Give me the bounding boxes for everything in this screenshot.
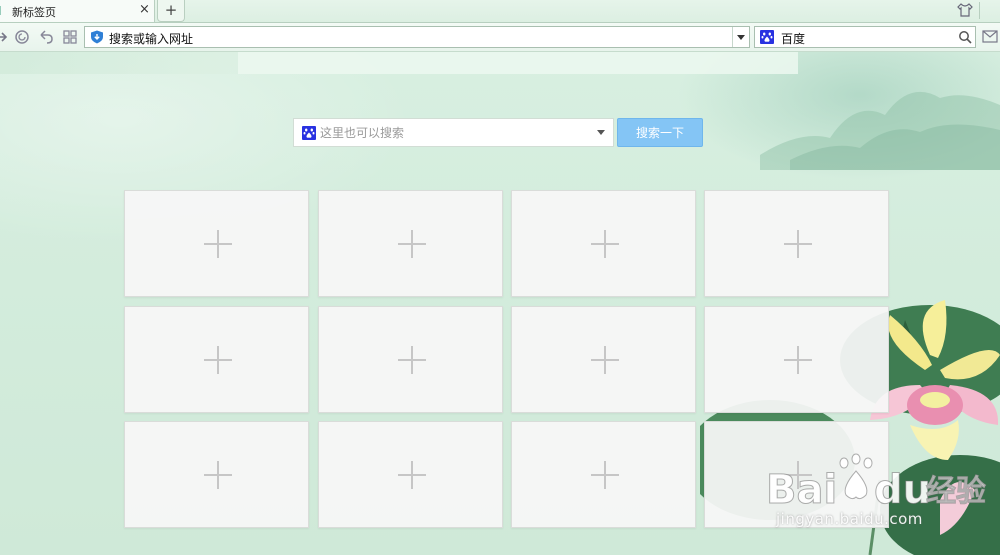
watermark-site-text: jingyan.baidu.com xyxy=(776,510,923,528)
new-tab-button[interactable]: + xyxy=(157,0,185,22)
speed-dial-tile[interactable] xyxy=(124,306,309,413)
bookmark-strip-center xyxy=(238,52,798,74)
tab-new-tab[interactable]: 新标签页 × xyxy=(0,0,155,22)
speed-dial-tile[interactable] xyxy=(511,306,696,413)
baidu-paw-icon xyxy=(302,126,316,140)
search-engine-box[interactable]: 百度 xyxy=(754,26,976,48)
shield-icon xyxy=(91,30,103,44)
tab-favicon xyxy=(0,6,9,15)
plus-icon xyxy=(204,230,232,258)
search-engine-name: 百度 xyxy=(781,32,806,46)
plus-icon xyxy=(591,230,619,258)
svg-text:du: du xyxy=(874,467,931,513)
speed-dial-tile[interactable] xyxy=(318,190,503,297)
tab-strip: 新标签页 × + xyxy=(0,0,1000,23)
skin-icon[interactable] xyxy=(956,2,974,18)
search-button[interactable]: 搜索一下 xyxy=(617,118,703,147)
plus-icon xyxy=(398,346,426,374)
refresh-icon[interactable] xyxy=(14,29,30,45)
speed-dial-tile[interactable] xyxy=(124,190,309,297)
search-dropdown-icon[interactable] xyxy=(597,130,605,135)
page-search-box[interactable] xyxy=(293,118,614,147)
speed-dial-tile[interactable] xyxy=(124,421,309,528)
strip-divider xyxy=(979,2,980,19)
page-search-input[interactable] xyxy=(320,122,588,143)
magnifier-icon[interactable] xyxy=(958,30,972,44)
bookmark-strip xyxy=(0,52,1000,74)
svg-text:Bai: Bai xyxy=(766,467,837,513)
plus-icon xyxy=(398,230,426,258)
speed-dial-tile[interactable] xyxy=(511,190,696,297)
plus-icon xyxy=(398,461,426,489)
mail-icon[interactable] xyxy=(982,30,998,43)
tab-close-icon[interactable]: × xyxy=(139,3,150,17)
mountain-painting xyxy=(760,91,1000,170)
plus-icon xyxy=(784,346,812,374)
address-bar[interactable]: 搜索或输入网址 xyxy=(84,26,750,48)
plus-icon xyxy=(591,461,619,489)
baidu-paw-icon[interactable] xyxy=(760,30,774,44)
toolbar: 搜索或输入网址 百度 xyxy=(0,23,1000,52)
speed-dial-tile[interactable] xyxy=(704,306,889,413)
tab-title: 新标签页 xyxy=(12,6,56,19)
plus-icon xyxy=(204,461,232,489)
plus-icon xyxy=(204,346,232,374)
address-dropdown-icon[interactable] xyxy=(732,27,750,47)
undo-icon[interactable] xyxy=(38,29,54,45)
plus-icon xyxy=(591,346,619,374)
speed-dial-tile[interactable] xyxy=(318,421,503,528)
bookmark-strip-left xyxy=(0,52,238,74)
speed-dial-tile[interactable] xyxy=(318,306,503,413)
apps-grid-icon[interactable] xyxy=(62,29,78,45)
plus-icon xyxy=(784,230,812,258)
address-text: 搜索或输入网址 xyxy=(109,32,194,46)
speed-dial-tile[interactable] xyxy=(704,190,889,297)
forward-icon[interactable] xyxy=(0,29,12,45)
speed-dial-tile[interactable] xyxy=(511,421,696,528)
svg-text:经验: 经验 xyxy=(926,474,986,509)
